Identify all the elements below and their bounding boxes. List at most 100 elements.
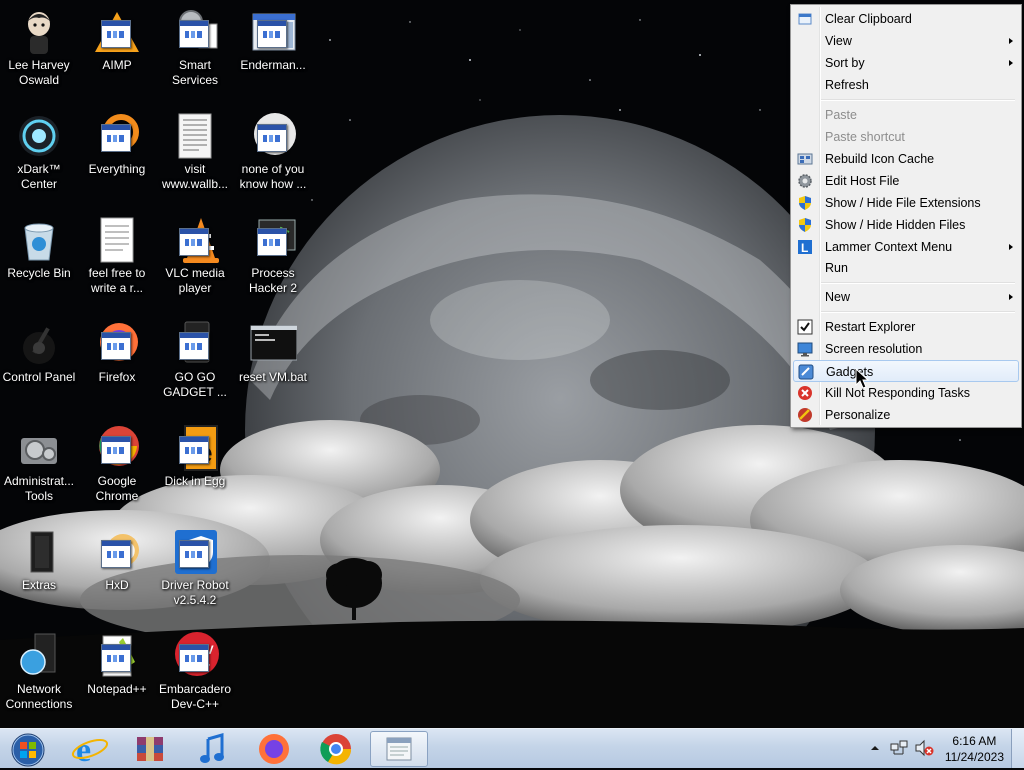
user-figure-icon [15, 8, 63, 56]
menu-item-personalize[interactable]: Personalize [793, 404, 1019, 426]
desktop-icon-control-panel[interactable]: Control Panel [0, 318, 78, 385]
gadgets-icon [798, 364, 814, 380]
network-icon [15, 632, 63, 680]
desktop-icon-xdark-center[interactable]: xDark™ Center [0, 110, 78, 192]
desktop-icon-label: Extras [21, 578, 56, 592]
desktop-icon-everything[interactable]: Everything [78, 110, 156, 177]
desktop-icon-recycle-bin[interactable]: Recycle Bin [0, 214, 78, 281]
menu-item-gadgets[interactable]: Gadgets [793, 360, 1019, 382]
desktop-icon-enderman[interactable]: Enderman... [234, 6, 312, 73]
menu-item-restart-explorer[interactable]: Restart Explorer [793, 316, 1019, 338]
menu-item-refresh[interactable]: Refresh [793, 74, 1019, 96]
menu-item-show-hide-hidden-files[interactable]: Show / Hide Hidden Files [793, 214, 1019, 236]
control-panel-icon [15, 320, 63, 368]
taskbar-clock[interactable]: 6:16 AM 11/24/2023 [945, 733, 1004, 765]
taskbar: e 6:16 AM 11/24/2023 [0, 728, 1024, 769]
desktop-icon-lee-harvey-oswald[interactable]: Lee Harvey Oswald [0, 6, 78, 88]
recycle-bin-icon [15, 216, 63, 264]
desktop-icon-feel-free[interactable]: feel free to write a r... [78, 214, 156, 296]
volume-muted-icon[interactable] [914, 739, 934, 757]
monitor-icon [249, 216, 297, 264]
desktop-icon-reset-vm-bat[interactable]: reset VM.bat [234, 318, 312, 385]
chrome-icon [320, 734, 352, 765]
desktop-icon-network-connections[interactable]: Network Connections [0, 630, 78, 712]
menu-separator [821, 311, 1015, 313]
window-icon [249, 8, 297, 56]
desktop-icon-extras[interactable]: Extras [0, 526, 78, 593]
desktop-icon-label: Notepad++ [87, 682, 147, 696]
menu-item-screen-resolution[interactable]: Screen resolution [793, 338, 1019, 360]
desktop-icon-notepad-plus-plus[interactable]: Notepad++ [78, 630, 156, 697]
desktop-icon-label: VLC media player [165, 266, 225, 295]
menu-item-kill-not-responding-tasks[interactable]: Kill Not Responding Tasks [793, 382, 1019, 404]
personalize-icon [797, 407, 813, 423]
menu-item-clear-clipboard[interactable]: Clear Clipboard [793, 8, 1019, 30]
desktop-icon-google-chrome[interactable]: Google Chrome [78, 422, 156, 504]
batch-file-icon [249, 320, 298, 368]
desktop-icon-label: GO GO GADGET ... [163, 370, 227, 399]
gadget-icon [171, 320, 219, 368]
orb-icon [15, 112, 63, 160]
taskbar-winrar[interactable] [124, 731, 176, 767]
taskbar-notepad-active[interactable] [370, 731, 428, 767]
desktop-icon-label: none of you know how ... [239, 162, 307, 191]
uac-shield-icon [797, 217, 813, 233]
desktop-icon-vlc-media-player[interactable]: VLC media player [156, 214, 234, 296]
screen-icon [797, 341, 813, 357]
taskbar-chrome[interactable] [310, 731, 362, 767]
notepad-window-icon [386, 737, 412, 761]
submenu-arrow-icon [1009, 60, 1013, 66]
desktop-icon-visit-wallb[interactable]: visit www.wallb... [156, 110, 234, 192]
desktop-icon-administrative-tools[interactable]: Administrat... Tools [0, 422, 78, 504]
uac-shield-icon [797, 195, 813, 211]
svg-text:e: e [76, 732, 91, 767]
menu-item-label: Edit Host File [825, 174, 900, 188]
vlc-cone-icon [171, 216, 219, 264]
menu-item-run[interactable]: Run [793, 257, 1019, 279]
desktop-icon-label: Dick in Egg [164, 474, 226, 488]
start-button[interactable] [2, 731, 54, 767]
taskbar-firefox[interactable] [248, 731, 300, 767]
menu-item-view[interactable]: View [793, 30, 1019, 52]
menu-item-label: Lammer Context Menu [825, 240, 953, 254]
taskbar-music-player[interactable] [186, 731, 238, 767]
clock-time: 6:16 AM [952, 734, 997, 748]
desktop-icon-label: Everything [88, 162, 146, 176]
menu-item-rebuild-icon-cache[interactable]: Rebuild Icon Cache [793, 148, 1019, 170]
desktop-icon-dick-in-egg[interactable]: e Dick in Egg [156, 422, 234, 489]
submenu-arrow-icon [1009, 244, 1013, 250]
show-hidden-icons-chevron[interactable] [870, 741, 880, 755]
taskbar-internet-explorer[interactable]: e [64, 731, 116, 769]
menu-item-show-hide-file-extensions[interactable]: Show / Hide File Extensions [793, 192, 1019, 214]
winrar-icon [137, 737, 163, 761]
network-tray-icon[interactable] [890, 739, 908, 757]
menu-item-lammer-context-menu[interactable]: L Lammer Context Menu [793, 236, 1019, 258]
desktop-icon-go-go-gadget[interactable]: GO GO GADGET ... [156, 318, 234, 400]
hex-editor-icon: D [93, 528, 141, 576]
show-desktop-button[interactable] [1011, 729, 1024, 768]
firefox-icon [93, 320, 141, 368]
checkmark-icon [797, 319, 813, 335]
menu-separator [821, 99, 1015, 101]
desktop-icon-embarcadero-dev-cpp[interactable]: DEV+ Embarcadero Dev-C++ [156, 630, 234, 712]
desktop-icon-driver-robot[interactable]: Driver Robot v2.5.4.2 [156, 526, 234, 608]
lammer-icon: L [797, 239, 813, 255]
admin-tools-icon [15, 424, 63, 472]
desktop-icon-label: Control Panel [2, 370, 76, 384]
devcpp-icon: DEV+ [171, 632, 219, 680]
desktop-icon-label: visit www.wallb... [161, 162, 229, 191]
desktop-icon-label: Administrat... Tools [3, 474, 75, 503]
desktop-icon-process-hacker[interactable]: Process Hacker 2 [234, 214, 312, 296]
desktop-icon-hxd[interactable]: D HxD [78, 526, 156, 593]
red-circle-icon [249, 112, 297, 160]
desktop-icon-label: HxD [105, 578, 129, 592]
menu-item-edit-host-file[interactable]: Edit Host File [793, 170, 1019, 192]
menu-item-new[interactable]: New [793, 286, 1019, 308]
menu-item-label: Clear Clipboard [825, 12, 912, 26]
aimp-icon [93, 8, 141, 56]
desktop-icon-aimp[interactable]: AIMP [78, 6, 156, 73]
desktop-icon-smart-services[interactable]: Smart Services [156, 6, 234, 88]
menu-item-sort-by[interactable]: Sort by [793, 52, 1019, 74]
desktop-icon-firefox[interactable]: Firefox [78, 318, 156, 385]
desktop-icon-none-of-you[interactable]: none of you know how ... [234, 110, 312, 192]
